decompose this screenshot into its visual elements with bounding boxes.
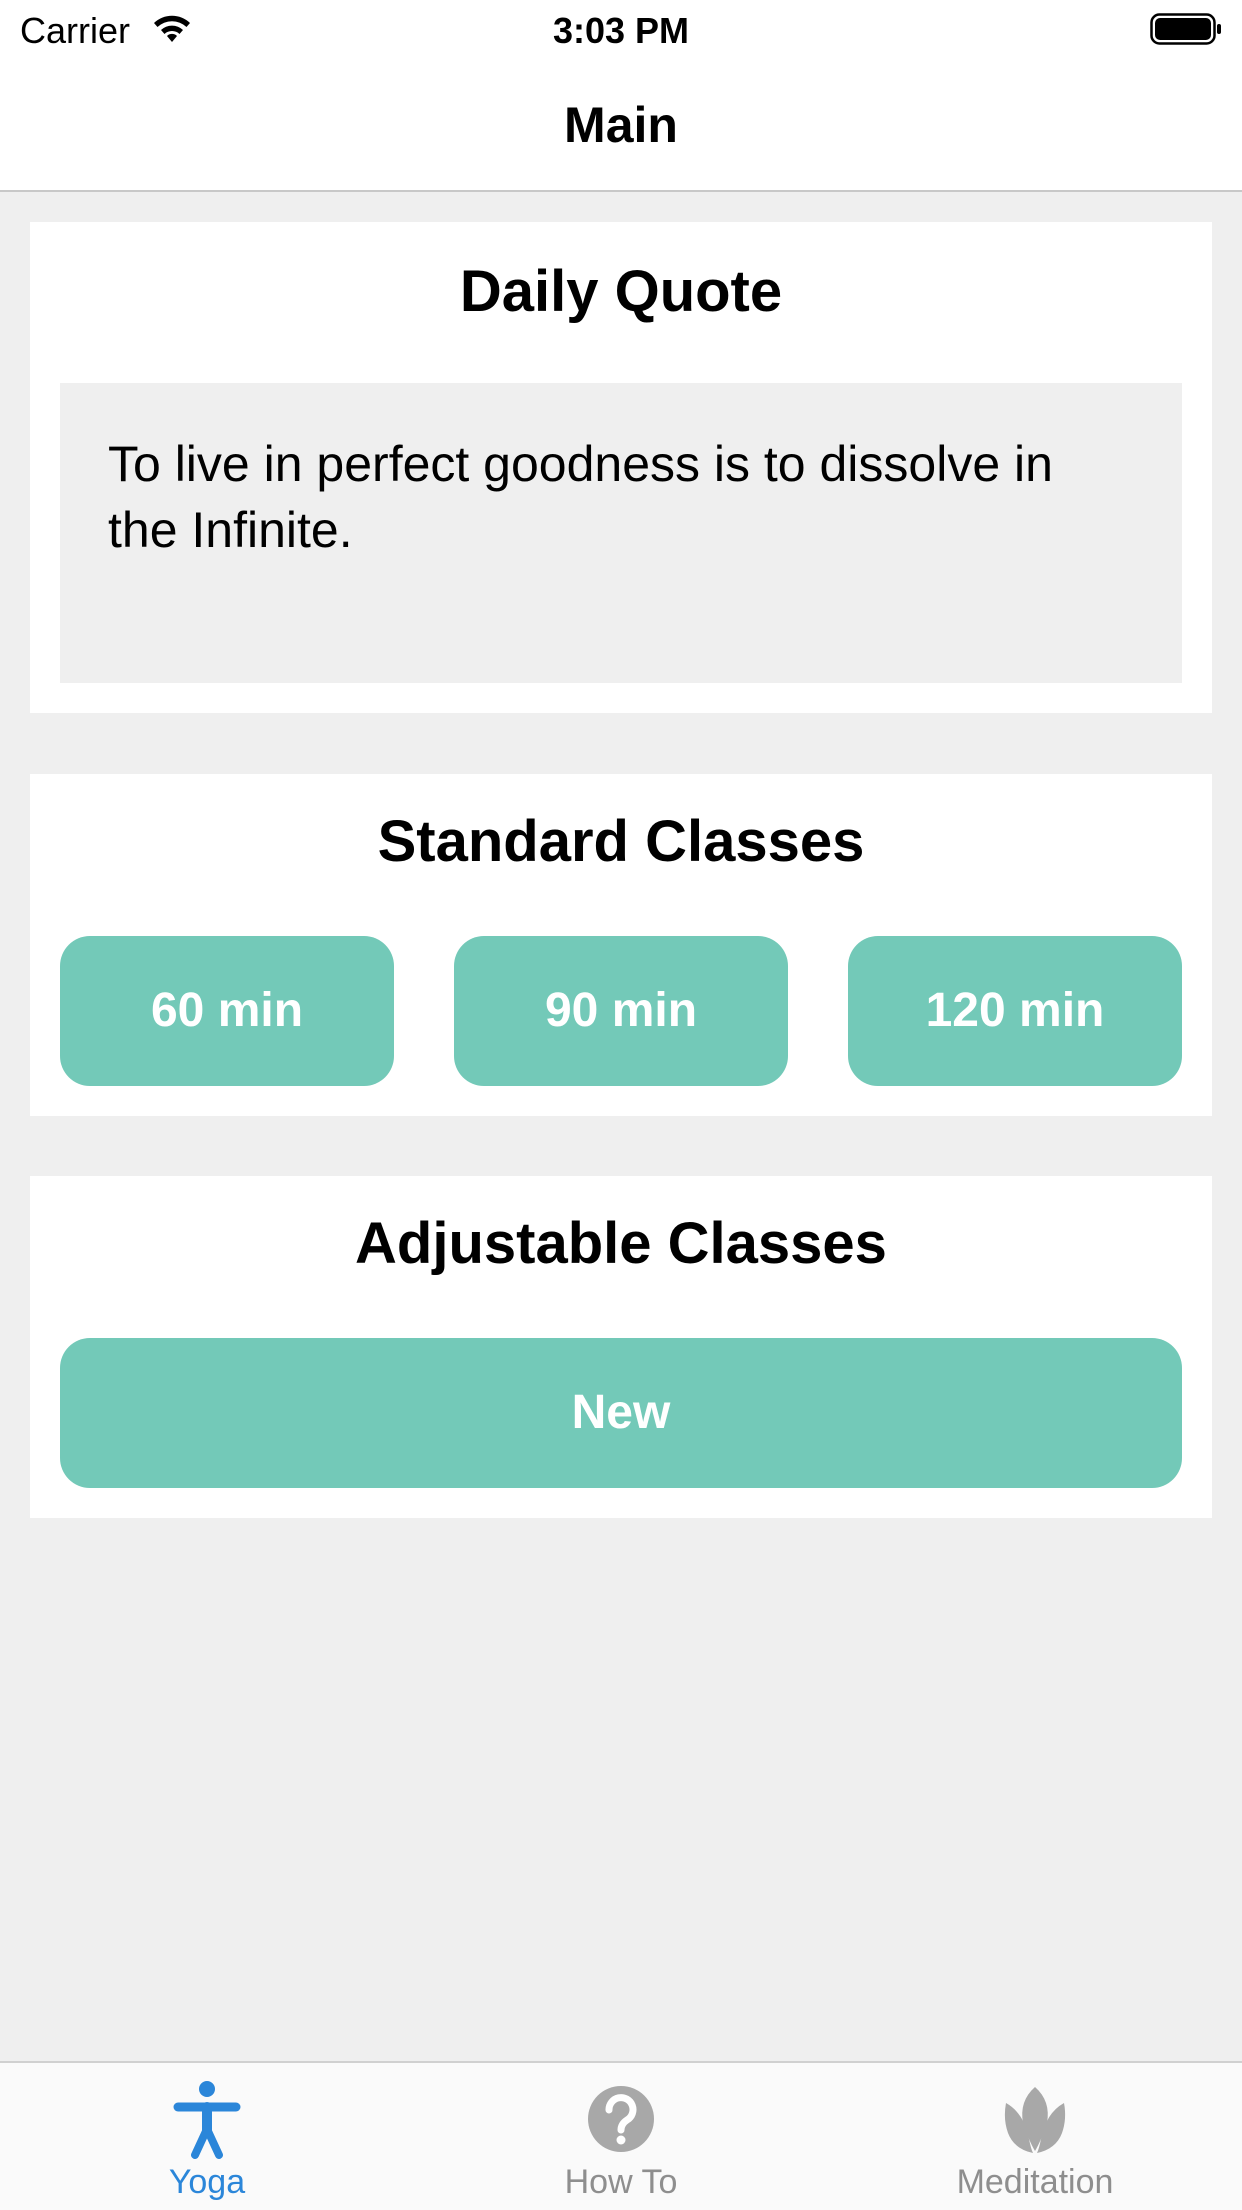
tab-yoga-label: Yoga	[168, 2163, 246, 2201]
tab-how-to-label: How To	[564, 2163, 678, 2201]
navigation-bar: Main	[0, 60, 1242, 192]
status-bar: Carrier 3:03 PM	[0, 0, 1242, 60]
adjustable-classes-title: Adjustable Classes	[355, 1211, 887, 1276]
page-title: Main	[564, 97, 678, 153]
daily-quote-card: Daily Quote To live in perfect goodness …	[30, 222, 1212, 713]
yoga-person-icon	[0, 2079, 414, 2159]
class-90-min-button[interactable]: 90 min	[454, 936, 788, 1086]
question-circle-icon	[414, 2079, 828, 2159]
tab-meditation-label: Meditation	[956, 2163, 1114, 2201]
tab-bar: Yoga How To Meditation	[0, 2061, 1242, 2210]
tab-how-to[interactable]: How To	[414, 2063, 828, 2210]
new-class-button[interactable]: New	[60, 1338, 1182, 1488]
lotus-icon	[828, 2079, 1242, 2159]
standard-classes-card: Standard Classes 60 min 90 min 120 min	[30, 774, 1212, 1116]
standard-classes-title: Standard Classes	[377, 809, 865, 874]
quote-text: To live in perfect goodness is to dissol…	[60, 383, 1182, 683]
clock: 3:03 PM	[552, 10, 690, 51]
class-60-min-button[interactable]: 60 min	[60, 936, 394, 1086]
battery-icon	[1150, 12, 1222, 51]
tab-yoga[interactable]: Yoga	[0, 2063, 414, 2210]
daily-quote-title: Daily Quote	[459, 259, 783, 324]
tab-meditation[interactable]: Meditation	[828, 2063, 1242, 2210]
class-120-min-button[interactable]: 120 min	[848, 936, 1182, 1086]
adjustable-classes-card: Adjustable Classes New	[30, 1176, 1212, 1518]
